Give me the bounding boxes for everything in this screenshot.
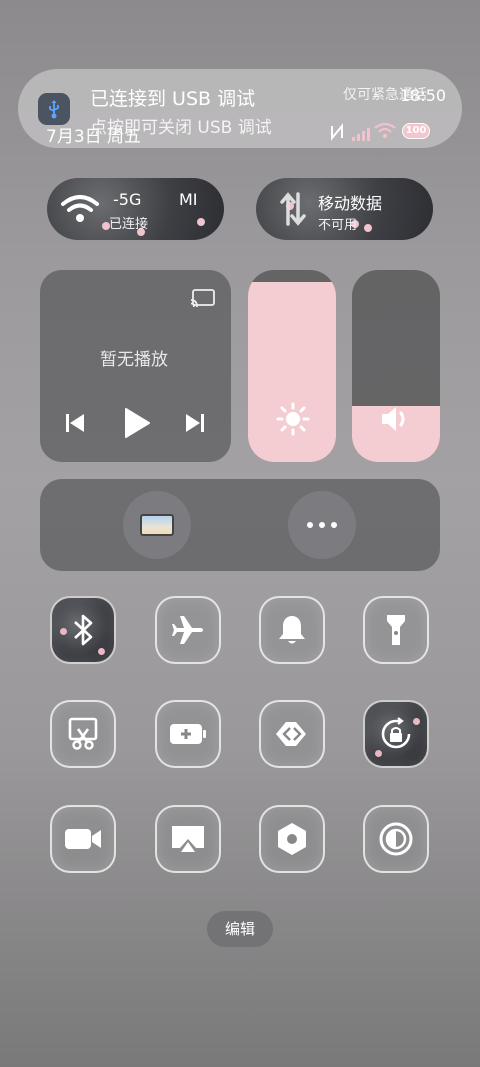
wifi-name: -5G <box>113 190 142 209</box>
next-track-button[interactable] <box>184 412 206 438</box>
mobile-data-icon <box>280 192 306 230</box>
link-share-icon <box>276 722 306 746</box>
rotation-lock-icon <box>381 717 411 749</box>
play-button[interactable] <box>123 407 151 443</box>
shortcut-card <box>40 479 440 571</box>
signal-icon <box>352 126 370 141</box>
airplane-icon <box>172 616 203 644</box>
edit-button[interactable]: 编辑 <box>207 911 273 947</box>
screen-record-toggle[interactable] <box>50 805 116 873</box>
sun-icon <box>276 402 310 440</box>
scissors-icon <box>68 717 98 750</box>
bluetooth-icon <box>74 614 93 646</box>
settings-toggle[interactable] <box>259 805 325 873</box>
screen-cast-toggle[interactable] <box>155 805 221 873</box>
flashlight-icon <box>387 615 405 645</box>
mobile-data-tile[interactable]: 移动数据 不可用 <box>256 178 433 240</box>
brightness-slider[interactable] <box>248 270 336 462</box>
contrast-icon <box>379 822 413 856</box>
wifi-name-suffix: MI <box>179 190 198 209</box>
hexagon-gear-icon <box>278 823 306 855</box>
clock: 18:50 <box>400 86 447 105</box>
bluetooth-toggle[interactable] <box>50 596 116 664</box>
video-camera-icon <box>65 829 101 849</box>
date-label: 7月3日 周五 <box>46 127 142 147</box>
link-share-toggle[interactable] <box>259 700 325 768</box>
mobile-data-status: 不可用 <box>318 218 358 233</box>
battery-saver-toggle[interactable] <box>155 700 221 768</box>
wifi-status: 已连接 <box>109 217 149 232</box>
mobile-data-name: 移动数据 <box>318 194 383 213</box>
rotation-lock-toggle[interactable] <box>363 700 429 768</box>
volume-slider[interactable] <box>352 270 440 462</box>
battery-indicator: 100 <box>402 123 430 139</box>
dark-mode-toggle[interactable] <box>363 805 429 873</box>
wifi-tile[interactable]: -5G MI 已连接 <box>47 178 224 240</box>
flashlight-toggle[interactable] <box>363 596 429 664</box>
speaker-icon <box>380 405 412 437</box>
screenshot-toggle[interactable] <box>50 700 116 768</box>
nfc-icon <box>329 123 345 145</box>
notification-title: 已连接到 USB 调试 <box>90 88 256 110</box>
wallpaper-icon <box>140 514 174 536</box>
cast-icon[interactable] <box>190 289 216 313</box>
media-status: 暂无播放 <box>100 350 168 370</box>
previous-track-button[interactable] <box>64 412 86 438</box>
more-icon <box>307 522 337 528</box>
usb-icon <box>38 93 70 125</box>
wifi-status-icon <box>374 122 396 140</box>
cast-screen-icon <box>172 826 204 852</box>
ring-mode-toggle[interactable] <box>259 596 325 664</box>
wifi-icon <box>61 194 99 228</box>
airplane-mode-toggle[interactable] <box>155 596 221 664</box>
more-options-button[interactable] <box>288 491 356 559</box>
battery-plus-icon <box>170 724 206 744</box>
bell-icon <box>279 616 305 644</box>
wallpaper-button[interactable] <box>123 491 191 559</box>
